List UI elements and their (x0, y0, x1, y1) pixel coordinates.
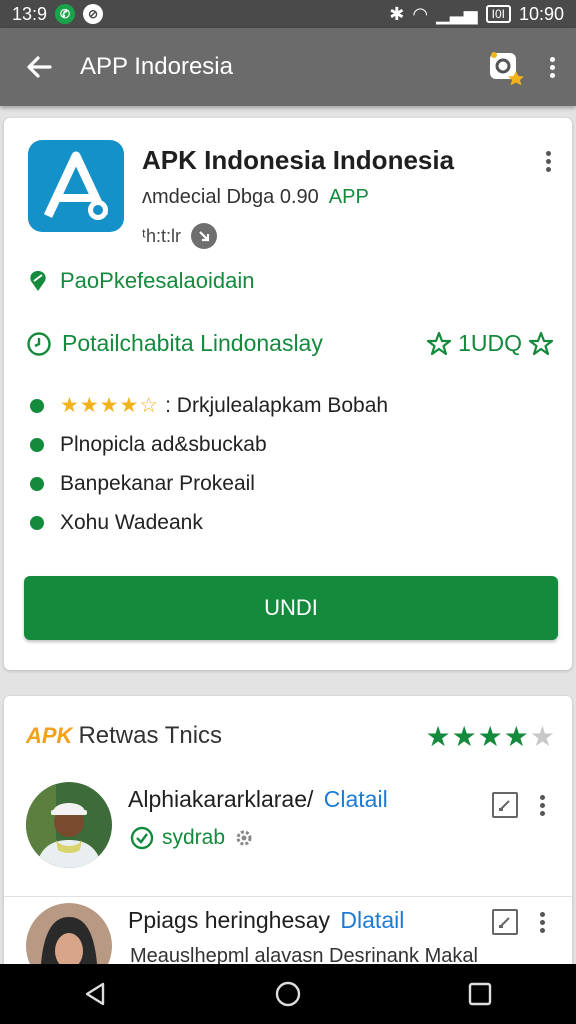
star-outline-icon[interactable] (528, 331, 554, 357)
reviewer-name-text: Ppiags heringhesay (128, 907, 331, 933)
star-icon: ★ (503, 721, 530, 752)
navigation-bar (0, 964, 576, 1024)
reviewer-tag: sydrab (130, 826, 255, 850)
star-icon: ★ (425, 721, 452, 752)
install-button[interactable]: UNDI (24, 576, 558, 640)
detail-link[interactable]: Dlatail (340, 907, 404, 933)
stars-icon: ★★★★☆ (60, 394, 160, 417)
reviews-title: Retwas Tnics (78, 722, 223, 749)
review-item: Alphiakararklarae/ Clatail sydrab (4, 780, 572, 890)
battery-icon: I0I (485, 5, 511, 23)
score-value: 1UDQ (458, 330, 522, 356)
back-button[interactable] (14, 42, 64, 92)
status-right: ✱ ◠ ▁▃▅ I0I 10:90 (389, 4, 564, 25)
star-icon: ★ (451, 721, 478, 752)
bullet-text: : Drkjulealapkam Bobah (165, 393, 389, 417)
rating-line: ᵗh:t:lr (142, 223, 217, 249)
reviewer-tag-text: sydrab (162, 826, 226, 849)
edit-icon[interactable] (492, 909, 518, 935)
check-circle-icon (130, 826, 154, 850)
detail-link[interactable]: Clatail (324, 786, 388, 812)
bullet-dot (30, 476, 44, 491)
developer-name: ᴧmdecial Dbga 0.90 (142, 186, 319, 208)
feature-bullets: ★★★★☆ : Drkjulealapkam Bobah Plnopicla a… (30, 386, 388, 542)
compass-icon: ⊘ (83, 4, 104, 24)
app-name: APK Indonesia Indonesia (142, 145, 455, 175)
status-time-right: 10:90 (518, 3, 564, 24)
bullet-text: Plnopicla ad&sbuckab (60, 432, 267, 456)
status-time-left: 13:9 (12, 3, 48, 24)
apk-badge: APK (26, 723, 73, 748)
wifi-icon: ◠ (412, 3, 429, 24)
bluetooth-icon: ✱ (389, 3, 405, 24)
nav-home-button[interactable] (258, 964, 318, 1024)
reviews-header: APK Retwas Tnics (26, 722, 222, 750)
bullet-dot (30, 437, 44, 452)
star-icon: ★ (477, 721, 504, 752)
app-logo (28, 140, 124, 232)
nav-back-button[interactable] (66, 964, 126, 1024)
bullet-text: Xohu Wadeank (60, 510, 203, 534)
search-badge-icon (490, 52, 524, 86)
app-detail-card: APK Indonesia Indonesia ᴧmdecial Dbga 0.… (4, 118, 572, 670)
review-more-icon[interactable] (532, 907, 552, 937)
nav-recents-icon (468, 982, 492, 1006)
star-icon: ★ (529, 721, 556, 752)
edit-icon[interactable] (492, 792, 518, 818)
bullet-dot (30, 515, 44, 530)
app-bar: APP Indoresia (0, 28, 576, 106)
app-bar-title: APP Indoresia (80, 53, 233, 80)
signal-icon: ▁▃▅ (436, 3, 478, 24)
whatsapp-icon: ✆ (55, 4, 76, 24)
bullet-dot (30, 398, 44, 413)
review-more-icon[interactable] (532, 790, 552, 820)
developer-line: ᴧmdecial Dbga 0.90 APP (142, 186, 369, 209)
reviews-rating: ★★★★★ (425, 720, 556, 753)
pin-icon (30, 271, 46, 291)
star-outline-icon (426, 331, 452, 355)
feature-line-1-text: PaoPkefesalaoidain (60, 268, 255, 293)
nav-recents-button[interactable] (450, 964, 510, 1024)
feature-line-1: PaoPkefesalaoidain (26, 268, 254, 294)
reviewer-name: Alphiakararklarae/ Clatail (128, 786, 388, 813)
nav-home-icon (275, 981, 301, 1007)
more-vert-icon[interactable] (542, 52, 562, 82)
nav-back-icon (85, 982, 105, 1006)
search-badge-button[interactable] (484, 45, 528, 89)
check-circle-icon (190, 223, 217, 249)
feature-line-2: Potailchabita Lindonaslay (26, 330, 323, 357)
list-item: Banpekanar Prokeail (30, 464, 388, 503)
status-bar: 13:9 ✆ ⊘ ✱ ◠ ▁▃▅ I0I 10:90 (0, 0, 576, 28)
avatar (26, 782, 112, 868)
rating-text: ᵗh:t:lr (142, 225, 181, 246)
status-left: 13:9 ✆ ⊘ (12, 3, 104, 25)
clock-icon (27, 331, 51, 356)
list-item: Plnopicla ad&sbuckab (30, 425, 388, 464)
list-item: ★★★★☆ : Drkjulealapkam Bobah (30, 386, 388, 425)
bullet-text: Banpekanar Prokeail (60, 471, 255, 495)
card-more-icon[interactable] (538, 146, 558, 176)
back-arrow-icon (27, 56, 52, 78)
score: 1UDQ (426, 330, 554, 357)
reviewer-name-text: Alphiakararklarae/ (128, 786, 314, 812)
developer-badge: APP (328, 186, 369, 208)
gear-icon (236, 830, 252, 846)
feature-line-2-text: Potailchabita Lindonaslay (62, 330, 323, 356)
reviewer-name: Ppiags heringhesay Dlatail (128, 907, 404, 934)
list-item: Xohu Wadeank (30, 503, 388, 542)
